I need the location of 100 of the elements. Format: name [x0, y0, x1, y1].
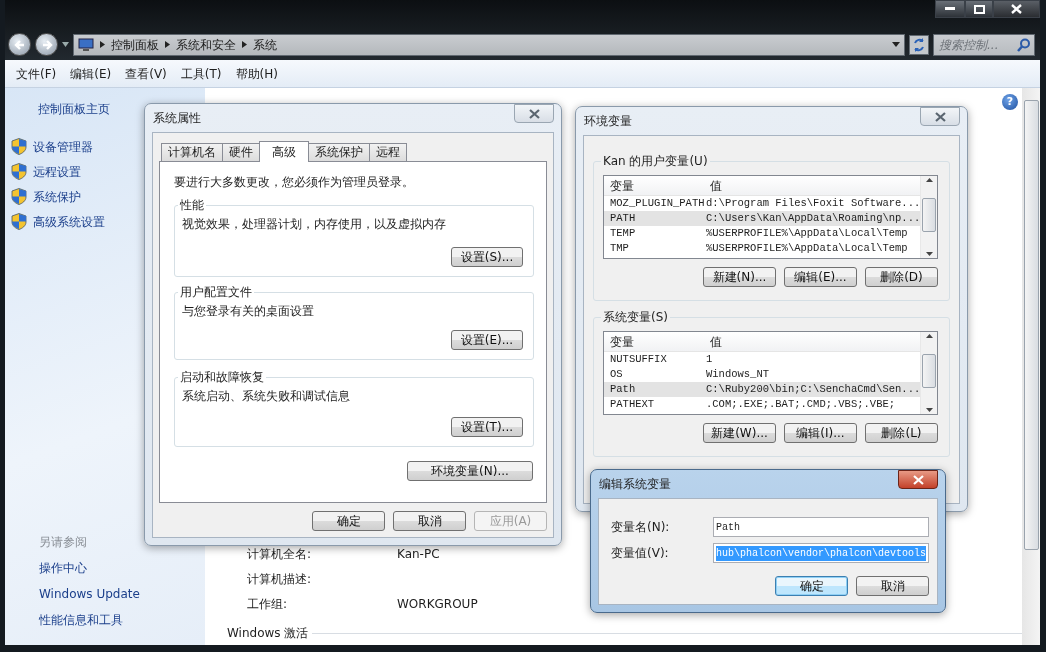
task-link[interactable]: 高级系统设置: [33, 212, 105, 231]
task-link[interactable]: 远程设置: [33, 162, 81, 181]
breadcrumb-link[interactable]: 系统: [253, 35, 277, 54]
button[interactable]: 设置(S)...: [451, 247, 523, 267]
button[interactable]: 环境变量(N)...: [407, 461, 533, 481]
close-button[interactable]: [898, 470, 938, 489]
tab[interactable]: 远程: [369, 143, 407, 161]
group-title: 性能: [178, 198, 206, 212]
variable-name: TEMP: [609, 226, 637, 241]
close-icon: [934, 111, 946, 122]
chevron-icon[interactable]: [100, 41, 105, 48]
button[interactable]: 确定: [312, 511, 385, 531]
menu-item[interactable]: 文件(F): [9, 64, 64, 83]
scrollbar[interactable]: [1022, 88, 1040, 645]
group-title: 系统变量(S): [601, 310, 670, 324]
button[interactable]: 设置(T)...: [451, 417, 523, 437]
variable-name: PATHEXT: [609, 397, 656, 412]
button[interactable]: 删除(L): [865, 423, 938, 443]
see-also-link[interactable]: Windows Update: [39, 585, 205, 603]
close-icon: [528, 108, 540, 119]
button[interactable]: 新建(N)...: [703, 267, 776, 287]
forward-arrow-icon: [40, 38, 53, 51]
breadcrumb-link[interactable]: 系统和安全: [176, 35, 236, 54]
column-header[interactable]: 变量: [604, 332, 704, 351]
button[interactable]: 编辑(E)...: [784, 267, 857, 287]
minimize-button[interactable]: [935, 0, 965, 18]
forward-button[interactable]: [35, 33, 58, 56]
search-field[interactable]: 搜索控制...: [937, 34, 1017, 55]
scroll-up-icon[interactable]: [925, 334, 933, 338]
dropdown-icon[interactable]: [62, 42, 69, 47]
variable-value: .COM;.EXE;.BAT;.CMD;.VBS;.VBE;: [705, 397, 896, 412]
list-row[interactable]: PATHEXT .COM;.EXE;.BAT;.CMD;.VBS;.VBE;: [604, 397, 920, 412]
maximize-button[interactable]: [965, 0, 993, 18]
breadcrumb-link[interactable]: 控制面板: [111, 35, 159, 54]
scroll-up-icon[interactable]: [925, 178, 933, 182]
search-box[interactable]: 搜索控制...: [933, 33, 1035, 56]
close-icon: [912, 474, 924, 485]
home-link[interactable]: 控制面板主页: [38, 100, 110, 118]
field-label: 变量名(N):: [611, 519, 671, 536]
close-button[interactable]: [993, 0, 1040, 18]
list-row[interactable]: OS Windows_NT: [604, 367, 920, 382]
group-title: 启动和故障恢复: [178, 370, 266, 384]
chevron-icon[interactable]: [242, 41, 247, 48]
task-link[interactable]: 系统保护: [33, 187, 81, 206]
button[interactable]: 取消: [393, 511, 466, 531]
minimize-icon: [945, 7, 955, 11]
field-label: 变量值(V):: [611, 545, 670, 562]
dropdown-icon[interactable]: [892, 42, 900, 47]
variable-name: OS: [609, 367, 624, 382]
button[interactable]: 新建(W)...: [703, 423, 776, 443]
variable-value: d:\Program Files\Foxit Software...: [705, 196, 921, 211]
input-field[interactable]: Path: [713, 517, 929, 537]
tab[interactable]: 高级: [259, 141, 309, 162]
button[interactable]: 删除(D): [865, 267, 938, 287]
button[interactable]: 设置(E)...: [451, 330, 523, 350]
button[interactable]: 编辑(I)...: [784, 423, 857, 443]
column-header[interactable]: 值: [704, 176, 722, 195]
task-link[interactable]: 设备管理器: [33, 137, 93, 156]
section-heading: 另请参阅: [39, 534, 88, 551]
shield-icon: [11, 138, 27, 155]
computer-icon: [78, 37, 94, 52]
list-row[interactable]: Path C:\Ruby200\bin;C:\SenchaCmd\Sen...: [604, 382, 920, 397]
search-icon: [1017, 37, 1031, 52]
info-value: WORKGROUP: [397, 596, 478, 613]
list-row[interactable]: PATH C:\Users\Kan\AppData\Roaming\np...: [604, 211, 920, 226]
back-button[interactable]: [8, 33, 31, 56]
variable-value: Windows_NT: [705, 367, 769, 382]
menu-item[interactable]: 帮助(H): [228, 64, 285, 83]
tab[interactable]: 系统保护: [308, 143, 370, 161]
button[interactable]: 取消: [856, 576, 929, 596]
address-bar[interactable]: 控制面板 系统和安全 系统: [73, 33, 905, 56]
back-arrow-icon: [13, 38, 26, 51]
variable-name: TMP: [609, 241, 630, 256]
see-also-link[interactable]: 性能信息和工具: [39, 611, 205, 629]
group-title: 用户配置文件: [178, 285, 254, 299]
section-heading: Windows 激活: [227, 625, 309, 642]
variable-value: C:\Ruby200\bin;C:\SenchaCmd\Sen...: [705, 382, 921, 397]
list-row[interactable]: TEMP %USERPROFILE%\AppData\Local\Temp: [604, 226, 920, 241]
menu-item[interactable]: 查看(V): [118, 64, 174, 83]
menu-item[interactable]: 工具(T): [173, 64, 229, 83]
scrollbar[interactable]: [920, 176, 937, 258]
chevron-icon[interactable]: [165, 41, 170, 48]
refresh-icon[interactable]: [909, 34, 929, 55]
see-also-link[interactable]: 操作中心: [39, 559, 205, 577]
tab[interactable]: 硬件: [222, 143, 260, 161]
tab[interactable]: 计算机名: [161, 143, 223, 161]
list-row[interactable]: MOZ_PLUGIN_PATHd:\Program Files\Foxit Software...: [604, 196, 920, 211]
variable-value: %USERPROFILE%\AppData\Local\Temp: [705, 226, 908, 241]
scroll-down-icon[interactable]: [925, 252, 933, 256]
list-row[interactable]: NUTSUFFIX 1: [604, 352, 920, 367]
column-header[interactable]: 值: [704, 332, 722, 351]
group-description: 视觉效果，处理器计划，内存使用，以及虚拟内存: [181, 216, 447, 233]
shield-icon: [11, 213, 27, 230]
scrollbar[interactable]: [920, 332, 937, 414]
menu-item[interactable]: 编辑(E): [63, 64, 119, 83]
scroll-down-icon[interactable]: [925, 408, 933, 412]
list-row[interactable]: TMP %USERPROFILE%\AppData\Local\Temp: [604, 241, 920, 256]
column-header[interactable]: 变量: [604, 176, 704, 195]
variable-value: %USERPROFILE%\AppData\Local\Temp: [705, 241, 908, 256]
button[interactable]: 确定: [775, 576, 848, 596]
